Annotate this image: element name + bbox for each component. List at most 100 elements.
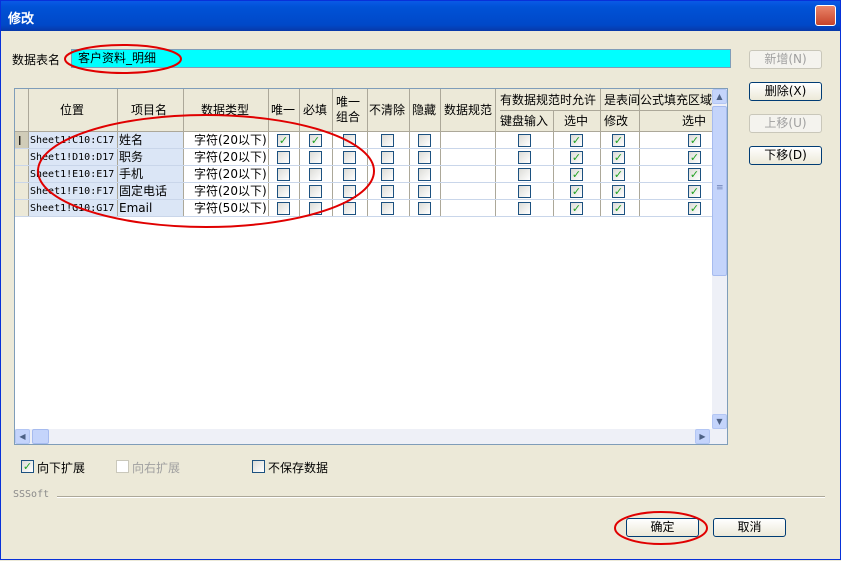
cell-position[interactable]: Sheet1!D10:D17 bbox=[30, 150, 114, 165]
expand-right-checkbox[interactable] bbox=[116, 460, 129, 473]
expand-down-checkbox[interactable]: ✓ bbox=[21, 460, 34, 473]
checkbox-select[interactable]: ✓ bbox=[570, 134, 583, 147]
checkbox-no-clear[interactable] bbox=[381, 168, 394, 181]
checkbox-required[interactable] bbox=[309, 168, 322, 181]
cell-position[interactable]: Sheet1!C10:C17 bbox=[30, 133, 114, 148]
checkbox-unique[interactable] bbox=[277, 202, 290, 215]
cell-item-name[interactable]: 固定电话 bbox=[119, 184, 167, 199]
header-select: 选中 bbox=[564, 114, 589, 128]
cell-item-name[interactable]: 手机 bbox=[119, 167, 143, 182]
cell-item-name[interactable]: 职务 bbox=[119, 150, 143, 165]
checkbox-formula-select[interactable]: ✓ bbox=[688, 202, 701, 215]
header-data-type: 数据类型 bbox=[201, 103, 250, 117]
checkbox-unique-combo[interactable] bbox=[343, 134, 356, 147]
check-icon: ✓ bbox=[278, 134, 289, 147]
checkbox-no-clear[interactable] bbox=[381, 185, 394, 198]
check-icon: ✓ bbox=[613, 151, 624, 164]
scroll-right-icon[interactable]: ▶ bbox=[695, 429, 710, 444]
checkbox-hidden[interactable] bbox=[418, 151, 431, 164]
cell-item-name[interactable]: Email bbox=[119, 201, 152, 216]
expand-down-label: 向下扩展 bbox=[37, 461, 86, 475]
checkbox-formula-select[interactable]: ✓ bbox=[688, 168, 701, 181]
checkbox-hidden[interactable] bbox=[418, 202, 431, 215]
checkbox-no-clear[interactable] bbox=[381, 202, 394, 215]
checkbox-unique[interactable] bbox=[277, 168, 290, 181]
checkbox-no-clear[interactable] bbox=[381, 151, 394, 164]
checkbox-unique-combo[interactable] bbox=[343, 185, 356, 198]
vertical-scrollbar[interactable]: ▲ ≡ ▼ bbox=[712, 89, 727, 429]
delete-button[interactable]: 删除(X) bbox=[749, 82, 822, 101]
cell-position[interactable]: Sheet1!F10:F17 bbox=[30, 184, 114, 199]
close-button[interactable] bbox=[815, 5, 836, 26]
no-save-checkbox[interactable] bbox=[252, 460, 265, 473]
checkbox-unique[interactable] bbox=[277, 151, 290, 164]
cell-item-name[interactable]: 姓名 bbox=[119, 133, 143, 148]
checkbox-keyboard-input[interactable] bbox=[518, 134, 531, 147]
check-icon: ✓ bbox=[571, 202, 582, 215]
checkbox-formula-select[interactable]: ✓ bbox=[688, 134, 701, 147]
checkbox-formula-select[interactable]: ✓ bbox=[688, 185, 701, 198]
ok-button[interactable]: 确定 bbox=[626, 518, 699, 537]
checkbox-modify[interactable]: ✓ bbox=[612, 151, 625, 164]
cell-data-type[interactable]: 字符(20以下) bbox=[194, 167, 267, 182]
header-formula-area: 公式填充区域 bbox=[640, 93, 713, 107]
checkbox-hidden[interactable] bbox=[418, 134, 431, 147]
checkbox-select[interactable]: ✓ bbox=[570, 185, 583, 198]
checkbox-modify[interactable]: ✓ bbox=[612, 185, 625, 198]
move-down-button[interactable]: 下移(D) bbox=[749, 146, 822, 165]
horizontal-scrollbar[interactable]: ◀ ▶ bbox=[15, 429, 727, 444]
checkbox-modify[interactable]: ✓ bbox=[612, 134, 625, 147]
checkbox-unique-combo[interactable] bbox=[343, 151, 356, 164]
checkbox-keyboard-input[interactable] bbox=[518, 151, 531, 164]
cell-data-type[interactable]: 字符(50以下) bbox=[194, 201, 267, 216]
checkbox-required[interactable] bbox=[309, 185, 322, 198]
check-icon: ✓ bbox=[613, 134, 624, 147]
checkbox-select[interactable]: ✓ bbox=[570, 168, 583, 181]
tablename-label: 数据表名 bbox=[12, 53, 61, 67]
header-unique-combo-line2: 组合 bbox=[336, 110, 361, 124]
checkbox-keyboard-input[interactable] bbox=[518, 185, 531, 198]
checkbox-unique-combo[interactable] bbox=[343, 202, 356, 215]
horizontal-scroll-thumb[interactable] bbox=[32, 429, 49, 444]
vertical-scroll-thumb[interactable]: ≡ bbox=[712, 106, 727, 276]
checkbox-hidden[interactable] bbox=[418, 185, 431, 198]
scroll-up-icon[interactable]: ▲ bbox=[712, 89, 727, 104]
tablename-input[interactable]: 客户资料_明细 bbox=[71, 49, 731, 68]
scroll-left-icon[interactable]: ◀ bbox=[15, 429, 30, 444]
checkbox-unique[interactable] bbox=[277, 185, 290, 198]
window-title: 修改 bbox=[8, 12, 35, 27]
header-formula-select: 选中 bbox=[682, 114, 707, 128]
cell-data-type[interactable]: 字符(20以下) bbox=[194, 133, 267, 148]
checkbox-formula-select[interactable]: ✓ bbox=[688, 151, 701, 164]
cell-position[interactable]: Sheet1!G10:G17 bbox=[30, 201, 114, 216]
checkbox-select[interactable]: ✓ bbox=[570, 151, 583, 164]
checkbox-no-clear[interactable] bbox=[381, 134, 394, 147]
header-modify: 修改 bbox=[604, 114, 629, 128]
grip-icon: ≡ bbox=[716, 183, 724, 193]
cancel-button[interactable]: 取消 bbox=[713, 518, 786, 537]
header-no-clear: 不清除 bbox=[369, 103, 406, 117]
checkbox-required[interactable] bbox=[309, 202, 322, 215]
checkbox-keyboard-input[interactable] bbox=[518, 168, 531, 181]
checkbox-modify[interactable]: ✓ bbox=[612, 202, 625, 215]
check-icon: ✓ bbox=[571, 185, 582, 198]
cell-data-type[interactable]: 字符(20以下) bbox=[194, 150, 267, 165]
move-up-button[interactable]: 上移(U) bbox=[749, 114, 822, 133]
cell-position[interactable]: Sheet1!E10:E17 bbox=[30, 167, 114, 182]
checkbox-unique[interactable]: ✓ bbox=[277, 134, 290, 147]
header-unique: 唯一 bbox=[271, 103, 296, 117]
cell-data-type[interactable]: 字符(20以下) bbox=[194, 184, 267, 199]
checkbox-select[interactable]: ✓ bbox=[570, 202, 583, 215]
checkbox-modify[interactable]: ✓ bbox=[612, 168, 625, 181]
add-button[interactable]: 新增(N) bbox=[749, 50, 822, 69]
title-bar[interactable]: 修改 bbox=[1, 1, 840, 31]
field-grid[interactable]: 位置 项目名 数据类型 唯一 必填 唯一 组合 不清除 隐藏 数据规范 有数据规… bbox=[14, 88, 728, 445]
check-icon: ✓ bbox=[571, 151, 582, 164]
checkbox-required[interactable] bbox=[309, 151, 322, 164]
checkbox-keyboard-input[interactable] bbox=[518, 202, 531, 215]
checkbox-hidden[interactable] bbox=[418, 168, 431, 181]
scroll-down-icon[interactable]: ▼ bbox=[712, 414, 727, 429]
brand-label: SSSoft bbox=[13, 489, 50, 500]
checkbox-required[interactable]: ✓ bbox=[309, 134, 322, 147]
checkbox-unique-combo[interactable] bbox=[343, 168, 356, 181]
